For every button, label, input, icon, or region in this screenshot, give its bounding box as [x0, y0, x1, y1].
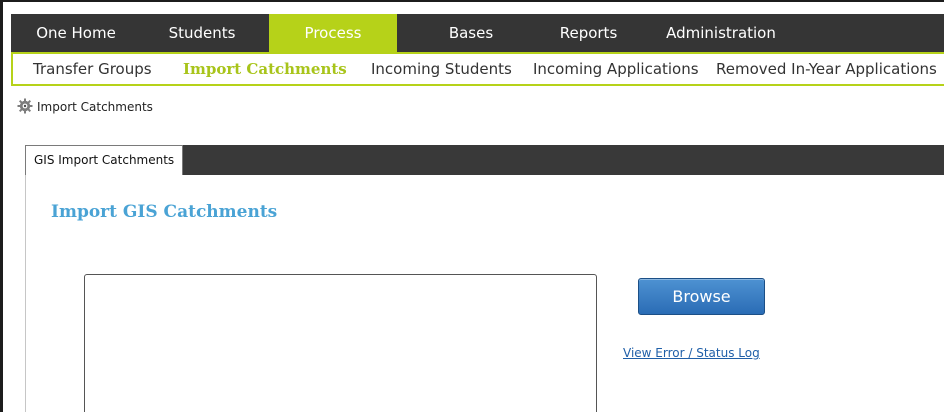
- subnav-import-catchments[interactable]: Import Catchments: [183, 54, 347, 84]
- browse-button[interactable]: Browse: [638, 278, 765, 315]
- subnav-incoming-applications[interactable]: Incoming Applications: [533, 54, 699, 84]
- nav-one-home[interactable]: One Home: [11, 14, 141, 52]
- sub-navigation: Transfer Groups Import Catchments Incomi…: [11, 52, 944, 86]
- top-navigation: One Home Students Process Bases Reports …: [11, 14, 944, 52]
- subnav-removed-in-year-applications[interactable]: Removed In-Year Applications: [716, 54, 937, 84]
- app-frame: One Home Students Process Bases Reports …: [0, 0, 944, 412]
- nav-process[interactable]: Process: [269, 14, 397, 52]
- page-title: Import GIS Catchments: [51, 202, 278, 222]
- nav-administration[interactable]: Administration: [646, 14, 796, 52]
- breadcrumb: Import Catchments: [17, 97, 153, 117]
- file-upload-area[interactable]: [84, 274, 597, 412]
- subnav-transfer-groups[interactable]: Transfer Groups: [33, 54, 152, 84]
- nav-bases[interactable]: Bases: [411, 14, 531, 52]
- breadcrumb-label: Import Catchments: [37, 100, 153, 114]
- gear-icon: [17, 98, 33, 114]
- nav-reports[interactable]: Reports: [531, 14, 646, 52]
- view-error-status-log-link[interactable]: View Error / Status Log: [623, 346, 760, 360]
- nav-students[interactable]: Students: [141, 14, 263, 52]
- tab-strip: GIS Import Catchments: [25, 145, 944, 175]
- tab-gis-import-catchments[interactable]: GIS Import Catchments: [25, 145, 184, 175]
- subnav-incoming-students[interactable]: Incoming Students: [371, 54, 512, 84]
